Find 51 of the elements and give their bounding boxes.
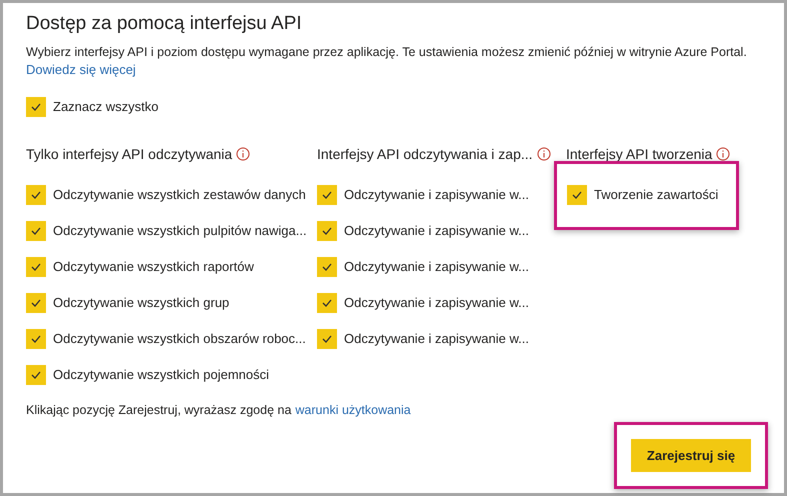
checkbox[interactable]	[26, 97, 46, 117]
checkbox-label: Odczytywanie wszystkich obszarów roboc...	[53, 330, 306, 348]
column-heading: Tylko interfejsy API odczytywania	[26, 145, 232, 164]
checkbox-label: Odczytywanie i zapisywanie w...	[344, 222, 529, 240]
checkbox-label: Odczytywanie i zapisywanie w...	[344, 186, 529, 204]
checkbox[interactable]	[567, 185, 587, 205]
checkbox-label: Odczytywanie i zapisywanie w...	[344, 330, 529, 348]
checkbox-label: Odczytywanie i zapisywanie w...	[344, 258, 529, 276]
checkmark-icon	[572, 191, 582, 199]
checkbox[interactable]	[26, 221, 46, 241]
checkmark-icon	[31, 103, 41, 111]
checkmark-icon	[31, 335, 41, 343]
checkmark-icon	[322, 335, 332, 343]
checkmark-icon	[322, 227, 332, 235]
checkmark-icon	[322, 299, 332, 307]
checkbox[interactable]	[26, 185, 46, 205]
info-icon[interactable]	[536, 147, 551, 161]
terms-link[interactable]: warunki użytkowania	[295, 401, 411, 420]
checkbox[interactable]	[317, 257, 337, 277]
terms-text: Klikając pozycję Zarejestruj, wyrażasz zgodę na	[26, 402, 292, 420]
checkbox[interactable]	[317, 293, 337, 313]
checkbox-label: Zaznacz wszystko	[53, 98, 158, 116]
checkmark-icon	[31, 371, 41, 379]
register-button[interactable]: Zarejestruj się	[631, 439, 751, 472]
column-heading: Interfejsy API odczytywania i zap...	[317, 145, 533, 164]
checkbox-label: Odczytywanie wszystkich zestawów danych	[53, 186, 306, 204]
info-icon[interactable]	[236, 147, 250, 161]
checkmark-icon	[322, 191, 332, 199]
checkbox-label: Odczytywanie wszystkich raportów	[53, 258, 254, 276]
checkmark-icon	[31, 299, 41, 307]
learn-more-link[interactable]: Dowiedz się więcej	[26, 61, 136, 79]
checkmark-icon	[31, 191, 41, 199]
dialog-title: Dostęp za pomocą interfejsu API	[26, 12, 303, 36]
checkbox[interactable]	[26, 257, 46, 277]
checkbox-label: Odczytywanie wszystkich pulpitów nawiga...	[53, 222, 307, 240]
checkbox-label: Odczytywanie wszystkich grup	[53, 294, 230, 312]
checkbox[interactable]	[317, 185, 337, 205]
checkbox[interactable]	[317, 329, 337, 349]
description-text: Wybierz interfejsy API i poziom dostępu wymagane przez aplikację. Te ustawienia możesz zmienić później w witrynie Azure Portal.	[26, 44, 748, 61]
checkbox[interactable]	[26, 293, 46, 313]
checkmark-icon	[31, 227, 41, 235]
column-heading: Interfejsy API tworzenia	[566, 145, 712, 164]
checkbox[interactable]	[317, 221, 337, 241]
checkbox-label: Odczytywanie wszystkich pojemności	[53, 366, 270, 384]
checkbox-label: Odczytywanie i zapisywanie w...	[344, 294, 529, 312]
checkmark-icon	[322, 263, 332, 271]
checkmark-icon	[31, 263, 41, 271]
checkbox[interactable]	[26, 329, 46, 349]
checkbox[interactable]	[26, 365, 46, 385]
info-icon[interactable]	[716, 147, 730, 161]
checkbox-label: Tworzenie zawartości	[594, 186, 718, 204]
